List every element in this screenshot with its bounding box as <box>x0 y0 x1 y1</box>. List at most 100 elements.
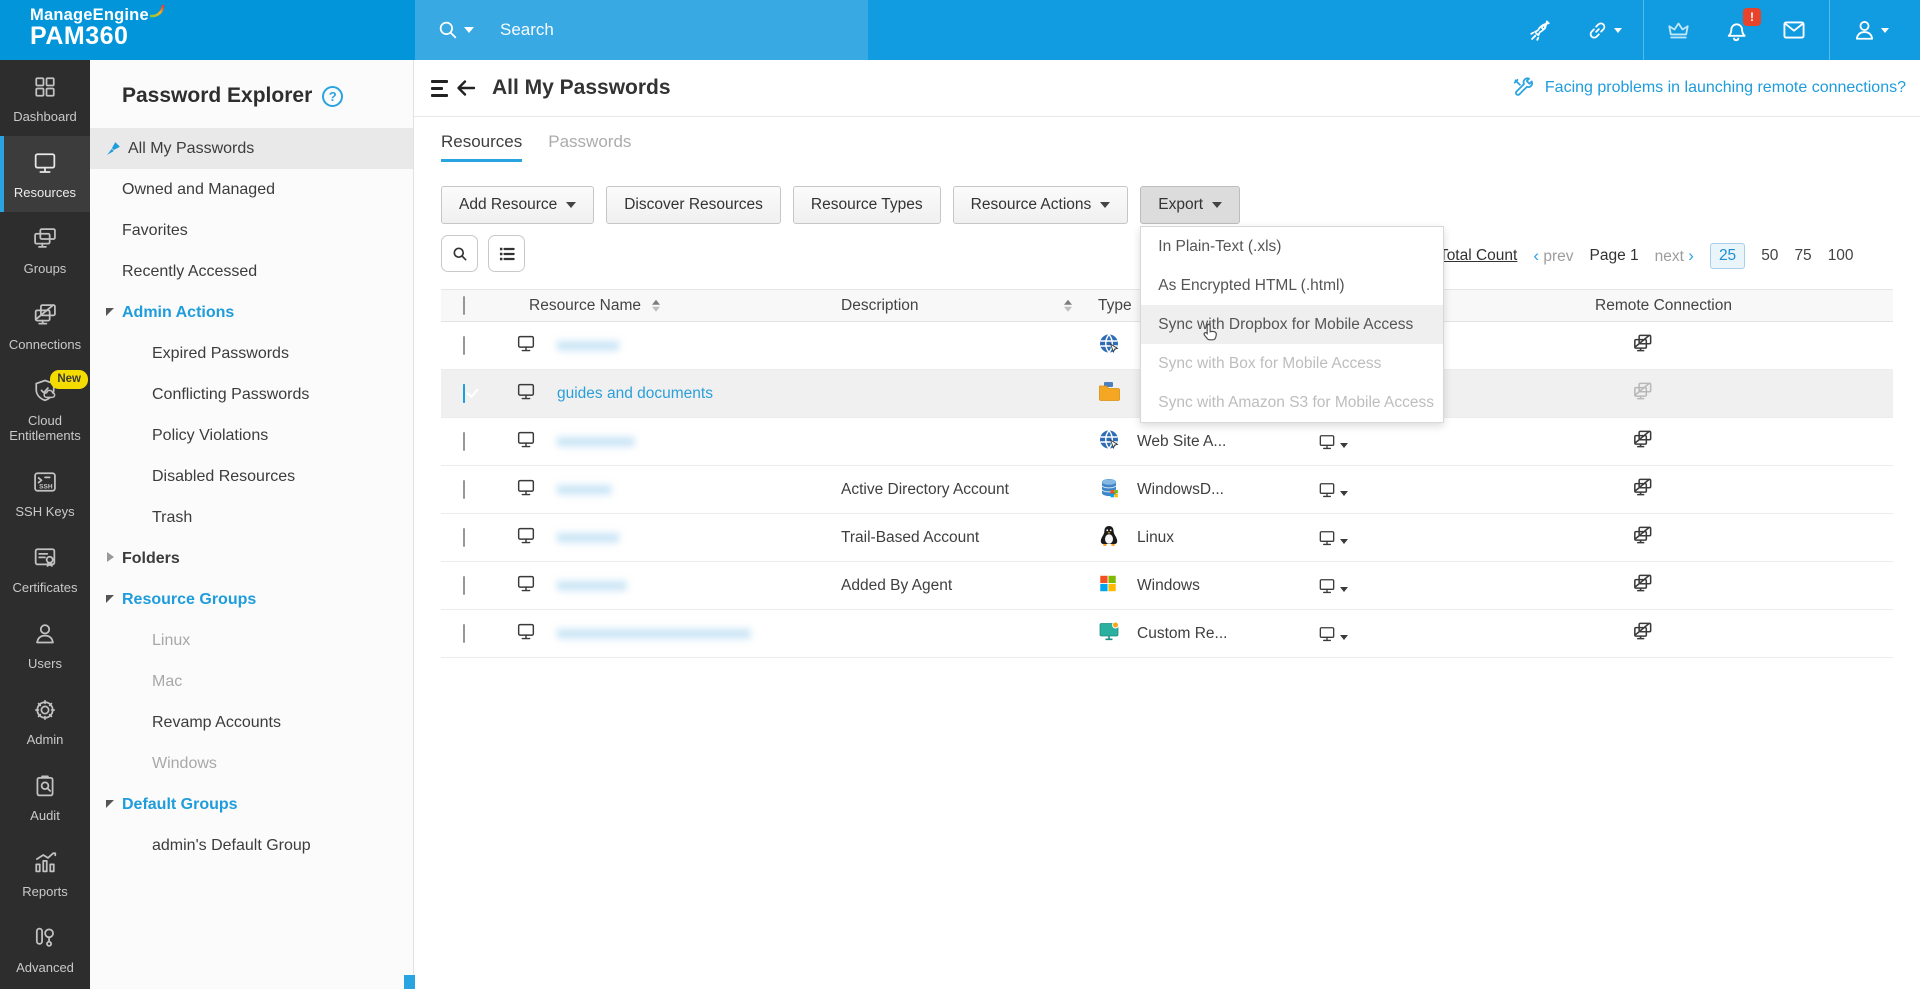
add-resource-button[interactable]: Add Resource <box>441 186 594 224</box>
remote-connection-help-link[interactable]: Facing problems in launching remote conn… <box>1511 76 1906 101</box>
explorer-item-recently-accessed[interactable]: Recently Accessed <box>90 251 413 292</box>
explorer-section-default-groups[interactable]: Default Groups <box>90 784 413 825</box>
table-search-button[interactable] <box>441 235 478 272</box>
explorer-item-windows-group[interactable]: Windows <box>90 743 413 784</box>
search-scope-caret-icon[interactable] <box>464 27 474 33</box>
explorer-item-revamp-accounts-group[interactable]: Revamp Accounts <box>90 702 413 743</box>
global-search[interactable]: Search <box>415 0 868 60</box>
select-all-checkbox[interactable] <box>463 296 465 315</box>
notification-badge: ! <box>1743 8 1761 26</box>
discover-resources-button[interactable]: Discover Resources <box>606 186 781 224</box>
sort-arrows-icon[interactable] <box>1064 299 1072 312</box>
resource-name-link-blurred[interactable]: xxxxxxx <box>557 481 611 499</box>
sidebar-item-audit[interactable]: Audit <box>0 759 90 835</box>
menu-item-encrypted-html[interactable]: As Encrypted HTML (.html) <box>1141 266 1443 305</box>
resource-name-link-blurred[interactable]: xxxxxxxxx <box>557 577 627 595</box>
column-header-resource-name[interactable]: Resource Name <box>529 297 641 315</box>
remote-connection-icon[interactable] <box>1631 428 1654 451</box>
remote-connection-icon[interactable] <box>1631 620 1654 643</box>
explorer-item-all-my-passwords[interactable]: All My Passwords <box>90 128 413 169</box>
tab-resources[interactable]: Resources <box>441 132 522 162</box>
explorer-section-folders[interactable]: Folders <box>90 538 413 579</box>
back-arrow-icon[interactable] <box>454 76 478 100</box>
menu-item-sync-dropbox[interactable]: Sync with Dropbox for Mobile Access <box>1141 305 1443 344</box>
explorer-item-expired-passwords[interactable]: Expired Passwords <box>90 333 413 374</box>
sidebar-item-advanced[interactable]: Advanced <box>0 911 90 987</box>
column-header-type[interactable]: Type <box>1098 297 1132 315</box>
monitor-icon <box>515 620 537 642</box>
resource-actions-button[interactable]: Resource Actions <box>953 186 1129 224</box>
user-icon <box>1851 17 1878 44</box>
messages-button[interactable] <box>1765 0 1823 60</box>
page-size-50[interactable]: 50 <box>1761 247 1778 265</box>
column-list-view-button[interactable] <box>488 235 525 272</box>
total-count-link[interactable]: Total Count <box>1439 247 1517 264</box>
column-header-description[interactable]: Description <box>841 297 919 315</box>
page-size-25[interactable]: 25 <box>1710 243 1745 269</box>
row-checkbox[interactable] <box>463 480 465 499</box>
sidebar-item-certificates[interactable]: Certificates <box>0 531 90 607</box>
sidebar-item-resources[interactable]: Resources <box>0 136 90 212</box>
sidebar-item-cloud-entitlements[interactable]: New Cloud Entitlements <box>0 364 90 455</box>
sort-arrows-icon[interactable] <box>652 299 660 312</box>
explorer-item-mac-group[interactable]: Mac <box>90 661 413 702</box>
resource-name-link-blurred[interactable]: xxxxxxxxxxxxxxxxxxxxxxxxx <box>557 625 751 643</box>
remote-connection-icon[interactable] <box>1631 524 1654 547</box>
accounts-dropdown[interactable] <box>1317 528 1348 548</box>
sidebar-item-users[interactable]: Users <box>0 607 90 683</box>
explorer-item-conflicting-passwords[interactable]: Conflicting Passwords <box>90 374 413 415</box>
explorer-section-resource-groups[interactable]: Resource Groups <box>90 579 413 620</box>
resource-types-button[interactable]: Resource Types <box>793 186 941 224</box>
sidebar-item-connections[interactable]: Connections <box>0 288 90 364</box>
resource-name-link[interactable]: guides and documents <box>557 385 713 403</box>
accounts-dropdown[interactable] <box>1317 432 1348 452</box>
account-menu-button[interactable] <box>1836 0 1904 60</box>
explorer-item-trash[interactable]: Trash <box>90 497 413 538</box>
monitor-icon <box>515 428 537 450</box>
panel-collapse-handle[interactable] <box>404 975 415 989</box>
remote-connection-icon[interactable] <box>1631 572 1654 595</box>
help-icon[interactable]: ? <box>322 86 343 107</box>
license-crown-button[interactable] <box>1650 0 1707 60</box>
explorer-item-admins-default-group[interactable]: admin's Default Group <box>90 825 413 866</box>
resource-name-link-blurred[interactable]: xxxxxxxx <box>557 337 619 355</box>
row-checkbox[interactable] <box>463 576 465 595</box>
sidebar-item-ssh-keys[interactable]: SSH Keys <box>0 455 90 531</box>
sidebar-item-admin[interactable]: Admin <box>0 683 90 759</box>
accounts-dropdown[interactable] <box>1317 624 1348 644</box>
explorer-section-admin-actions[interactable]: Admin Actions <box>90 292 413 333</box>
tab-passwords[interactable]: Passwords <box>548 132 631 162</box>
next-page-button[interactable]: next › <box>1655 246 1694 266</box>
page-size-100[interactable]: 100 <box>1828 247 1854 265</box>
remote-connection-icon[interactable] <box>1631 476 1654 499</box>
prev-page-button[interactable]: ‹ prev <box>1533 246 1573 266</box>
table-row: xxxxxxxxxx Web Site A... <box>441 418 1893 466</box>
resource-name-link-blurred[interactable]: xxxxxxxxxx <box>557 433 635 451</box>
export-button[interactable]: Export <box>1140 186 1240 224</box>
search-placeholder: Search <box>500 20 554 40</box>
row-checkbox[interactable] <box>463 336 465 355</box>
explorer-item-favorites[interactable]: Favorites <box>90 210 413 251</box>
explorer-item-disabled-resources[interactable]: Disabled Resources <box>90 456 413 497</box>
row-checkbox[interactable] <box>463 432 465 451</box>
row-checkbox-checked[interactable] <box>463 384 465 403</box>
explorer-item-owned-and-managed[interactable]: Owned and Managed <box>90 169 413 210</box>
notifications-button[interactable]: ! <box>1707 0 1765 60</box>
quick-link-button[interactable] <box>1569 0 1637 60</box>
accounts-dropdown[interactable] <box>1317 576 1348 596</box>
row-checkbox[interactable] <box>463 624 465 643</box>
logo[interactable]: ManageEngine PAM360 <box>0 0 415 60</box>
explorer-item-linux-group[interactable]: Linux <box>90 620 413 661</box>
remote-connection-icon[interactable] <box>1631 332 1654 355</box>
page-size-75[interactable]: 75 <box>1794 247 1811 265</box>
whats-new-rocket-button[interactable] <box>1512 0 1569 60</box>
accounts-dropdown[interactable] <box>1317 480 1348 500</box>
sidebar-item-groups[interactable]: Groups <box>0 212 90 288</box>
row-checkbox[interactable] <box>463 528 465 547</box>
menu-item-plain-text-xls[interactable]: In Plain-Text (.xls) <box>1141 227 1443 266</box>
sidebar-item-dashboard[interactable]: Dashboard <box>0 60 90 136</box>
resource-name-link-blurred[interactable]: xxxxxxxx <box>557 529 619 547</box>
menu-toggle-icon[interactable] <box>431 80 448 97</box>
sidebar-item-reports[interactable]: Reports <box>0 835 90 911</box>
explorer-item-policy-violations[interactable]: Policy Violations <box>90 415 413 456</box>
